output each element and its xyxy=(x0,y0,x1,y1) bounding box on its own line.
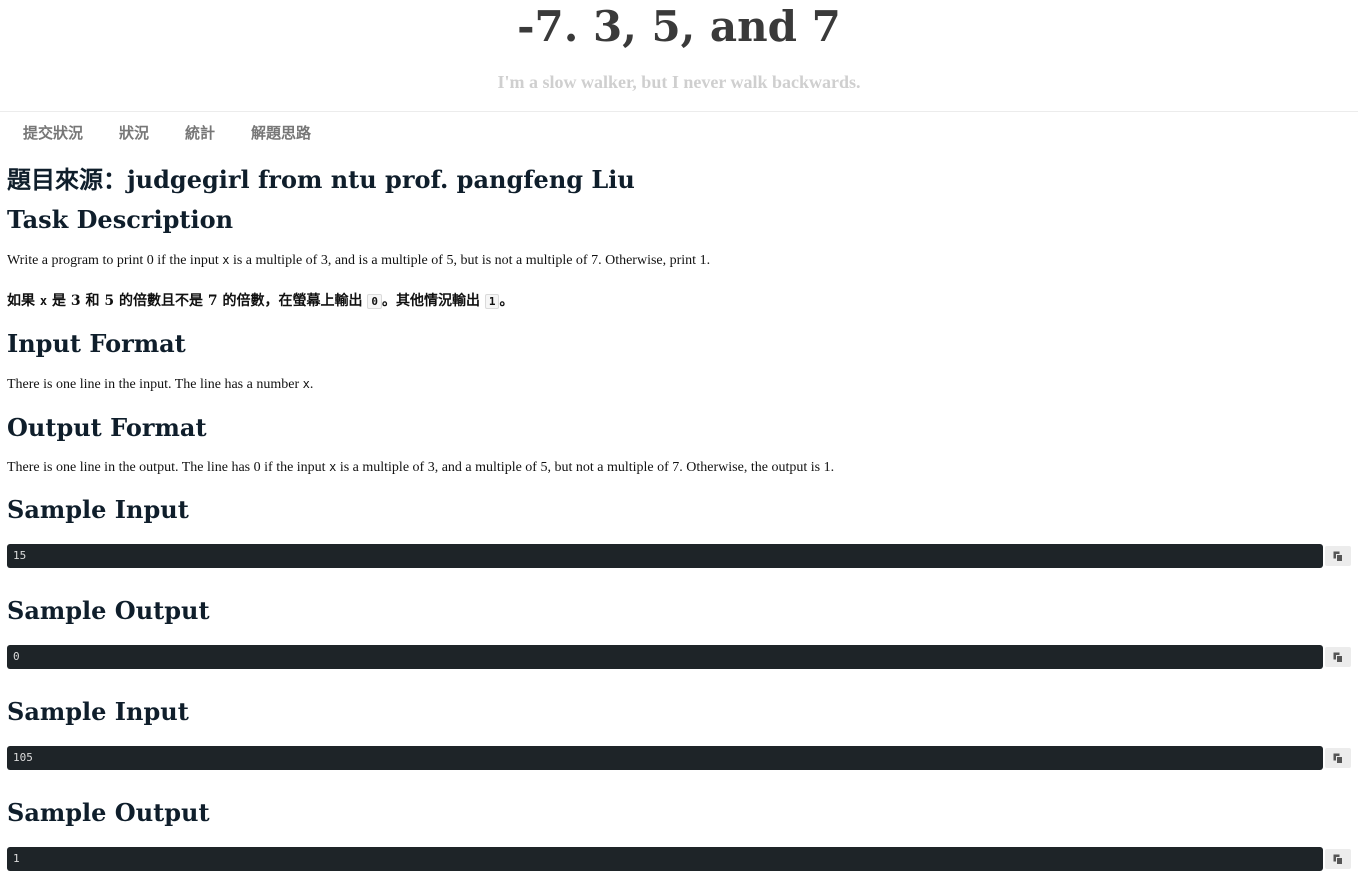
copy-icon xyxy=(1333,854,1343,865)
sample-input-block: 15 xyxy=(7,544,1351,570)
task-description-heading: Task Description xyxy=(7,205,234,234)
copy-icon xyxy=(1333,753,1343,764)
input-format-heading: Input Format xyxy=(7,329,186,358)
sample-input-block: 105 xyxy=(7,746,1351,772)
sample-input-code[interactable]: 15 xyxy=(7,544,1323,568)
sample-output-heading: Sample Output xyxy=(7,596,210,625)
sample-output-heading: Sample Output xyxy=(7,798,210,827)
copy-button[interactable] xyxy=(1325,647,1351,667)
copy-button[interactable] xyxy=(1325,849,1351,869)
site-subtitle: I'm a slow walker, but I never walk back… xyxy=(497,72,861,92)
copy-icon xyxy=(1333,551,1343,562)
output-format-heading: Output Format xyxy=(7,413,207,442)
sample-input-heading: Sample Input xyxy=(7,495,189,524)
nav-statistics[interactable]: 統計 xyxy=(185,122,215,143)
site-header: -7. 3, 5, and 7 I'm a slow walker, but I… xyxy=(0,0,1358,112)
problem-nav: 提交狀況 狀況 統計 解題思路 xyxy=(0,112,1358,152)
task-description-zh: 如果 x 是 3 和 5 的倍數且不是 7 的倍數，在螢幕上輸出 0 。其他情況輸… xyxy=(7,293,514,309)
sample-output-code[interactable]: 1 xyxy=(7,847,1323,871)
nav-solution-ideas[interactable]: 解題思路 xyxy=(251,122,311,143)
output-format-text: There is one line in the output. The lin… xyxy=(7,460,835,475)
copy-button[interactable] xyxy=(1325,546,1351,566)
problem-content: 題目來源：judgegirl from ntu prof. pangfeng L… xyxy=(0,165,1358,873)
sample-input-heading: Sample Input xyxy=(7,697,189,726)
sample-output-block: 0 xyxy=(7,645,1351,671)
page-title: -7. 3, 5, and 7 xyxy=(517,2,841,51)
copy-icon xyxy=(1333,652,1343,663)
task-description-en: Write a program to print 0 if the input … xyxy=(7,253,711,268)
nav-status[interactable]: 狀況 xyxy=(119,122,149,143)
sample-output-block: 1 xyxy=(7,847,1351,873)
copy-button[interactable] xyxy=(1325,748,1351,768)
sample-output-code[interactable]: 0 xyxy=(7,645,1323,669)
input-format-text: There is one line in the input. The line… xyxy=(7,377,314,392)
sample-input-code[interactable]: 105 xyxy=(7,746,1323,770)
problem-source-heading: 題目來源：judgegirl from ntu prof. pangfeng L… xyxy=(7,165,635,194)
nav-submissions[interactable]: 提交狀況 xyxy=(23,122,83,143)
